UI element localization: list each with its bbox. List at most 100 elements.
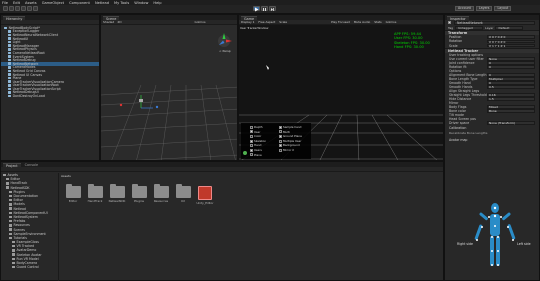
toggle-checkbox[interactable] <box>250 130 253 134</box>
gameobject-icon <box>8 84 11 87</box>
tracker-property-value[interactable]: Mixed <box>487 105 535 109</box>
asset-grid: Editor HandTrack NetleadSDK Plugins Resource… <box>63 184 217 205</box>
layers-dropdown[interactable]: Layers <box>475 6 493 11</box>
mute-toggle[interactable]: Mute Audio <box>354 20 370 24</box>
2d-toggle[interactable]: 2D <box>117 20 121 24</box>
account-dropdown[interactable]: Account <box>455 6 474 11</box>
tracker-property-value[interactable]: 0.5 <box>487 85 535 89</box>
asset-item[interactable]: HandTrack <box>85 184 105 203</box>
tracker-property-value[interactable]: 0 <box>487 61 535 65</box>
menu-item[interactable]: Edit <box>13 1 20 5</box>
menu-item[interactable]: Window <box>134 1 148 5</box>
tracker-property-value[interactable]: 0 <box>487 81 535 85</box>
tracker-property-value[interactable]: 1.5 <box>487 97 535 101</box>
right-side-label: Right side <box>457 242 473 246</box>
toggle-checkbox[interactable] <box>250 134 253 138</box>
asset-item[interactable]: Editor <box>63 184 83 203</box>
tracker-property-value[interactable]: Bone <box>487 109 535 113</box>
layer-dropdown[interactable]: Default <box>495 25 524 30</box>
tracker-property-value[interactable]: None <box>487 57 535 61</box>
gameobject-icon <box>4 26 7 30</box>
folder-icon <box>9 228 12 231</box>
asset-item[interactable]: UX <box>173 184 193 203</box>
object-active-toggle[interactable] <box>448 21 451 24</box>
toggle-checkbox[interactable] <box>250 153 253 157</box>
toggle-checkbox[interactable] <box>250 139 253 143</box>
layout-dropdown[interactable]: Layout <box>494 6 512 11</box>
folder-icon <box>6 182 9 185</box>
toggle-checkbox[interactable] <box>279 148 282 152</box>
asset-item[interactable]: Plugins <box>129 184 149 203</box>
hand-tool-button[interactable] <box>3 6 8 11</box>
menu-item[interactable]: Assets <box>25 1 37 5</box>
play-focused-dropdown[interactable]: Play Focused <box>331 20 350 24</box>
aspect-dropdown[interactable]: Free Aspect <box>258 20 275 24</box>
tracker-property-value[interactable]: Multiplier <box>487 77 535 81</box>
tracker-property-value[interactable]: 0 <box>487 73 535 77</box>
tracker-property-value[interactable]: 0 <box>487 65 535 69</box>
tab-project[interactable]: Project <box>3 163 21 168</box>
folder-icon <box>12 245 15 248</box>
tab-inspector[interactable]: Inspector <box>447 16 469 21</box>
menu-item[interactable]: My Tools <box>114 1 129 5</box>
transform-values[interactable]: X 0 Y 0 Z 0 <box>487 35 535 39</box>
asset-item[interactable]: Unity_Editor <box>195 186 215 205</box>
toggle-checkbox[interactable] <box>250 148 253 152</box>
asset-label: HandTrack <box>87 199 103 203</box>
step-button[interactable] <box>269 6 276 11</box>
folder-icon <box>9 203 12 206</box>
menu-item[interactable]: Component <box>69 1 90 5</box>
move-tool-button[interactable] <box>9 6 14 11</box>
toggle-label: Mirror X <box>283 147 295 152</box>
scene-viewport[interactable]: < Persp <box>101 25 238 161</box>
toggle-checkbox[interactable] <box>250 125 253 129</box>
toggle-checkbox[interactable] <box>279 130 282 134</box>
project-tree-item[interactable]: Guard Control <box>1 265 58 269</box>
stats-toggle[interactable]: Stats <box>374 20 381 24</box>
tab-console[interactable]: Console <box>21 163 42 167</box>
rect-tool-button[interactable] <box>27 6 32 11</box>
menu-item[interactable]: GameObject <box>42 1 64 5</box>
transform-values[interactable]: X 1 Y 1 Z 1 <box>487 44 535 48</box>
tracker-toggle[interactable]: Plane <box>250 153 266 158</box>
transform-label: Scale <box>449 43 458 48</box>
toggle-checkbox[interactable] <box>250 144 253 148</box>
menu-item[interactable]: File <box>2 1 8 5</box>
scene-objects <box>119 95 159 109</box>
persp-label[interactable]: < Persp <box>219 49 231 53</box>
layer-label: Layer <box>485 25 494 30</box>
asset-label: Plugins <box>133 199 145 203</box>
pause-button[interactable] <box>261 6 268 11</box>
tracker-property-value[interactable]: None (Transform) <box>487 121 535 125</box>
toggle-checkbox[interactable] <box>279 139 282 143</box>
toggle-checkbox[interactable] <box>279 144 282 148</box>
folder-icon <box>12 266 15 269</box>
toggle-checkbox[interactable] <box>279 125 282 129</box>
shading-dropdown[interactable]: Shaded <box>103 20 114 24</box>
scene-grid <box>101 84 237 160</box>
object-name-field[interactable]: NetleadNetwork <box>454 20 535 25</box>
avatar-map[interactable]: Right side Left side <box>455 200 535 275</box>
hierarchy-panel: Hierarchy NetleadBodyScript* ExceptionLog… <box>0 14 100 161</box>
play-button[interactable] <box>253 6 260 12</box>
orientation-gizmo[interactable]: < Persp <box>218 33 232 53</box>
rotate-tool-button[interactable] <box>15 6 20 11</box>
tag-dropdown[interactable]: Untagged <box>455 25 484 30</box>
gameobject-icon <box>8 44 11 48</box>
toggle-checkbox[interactable] <box>279 134 282 138</box>
tracker-toggle[interactable]: Mirror X <box>279 148 302 153</box>
scale-tool-button[interactable] <box>21 6 26 11</box>
tracker-property-value[interactable]: 0.16 <box>487 93 535 97</box>
transform-values[interactable]: X 0 Y 0 Z 0 <box>487 39 535 43</box>
menu-item[interactable]: Netlead <box>95 1 109 5</box>
menu-item[interactable]: Help <box>153 1 161 5</box>
asset-item[interactable]: NetleadSDK <box>107 184 127 203</box>
transform-tool-button[interactable] <box>33 6 38 11</box>
scale-label: Scale <box>279 20 288 24</box>
asset-item[interactable]: Resources <box>151 184 171 203</box>
tab-hierarchy[interactable]: Hierarchy <box>3 16 26 21</box>
gizmos-toggle[interactable]: Gizmos <box>386 20 397 24</box>
gizmos-dropdown[interactable]: Gizmos <box>195 20 206 24</box>
hierarchy-item[interactable]: DontDestroyOnLoad <box>1 94 99 98</box>
display-dropdown[interactable]: Display 1 <box>241 20 254 24</box>
